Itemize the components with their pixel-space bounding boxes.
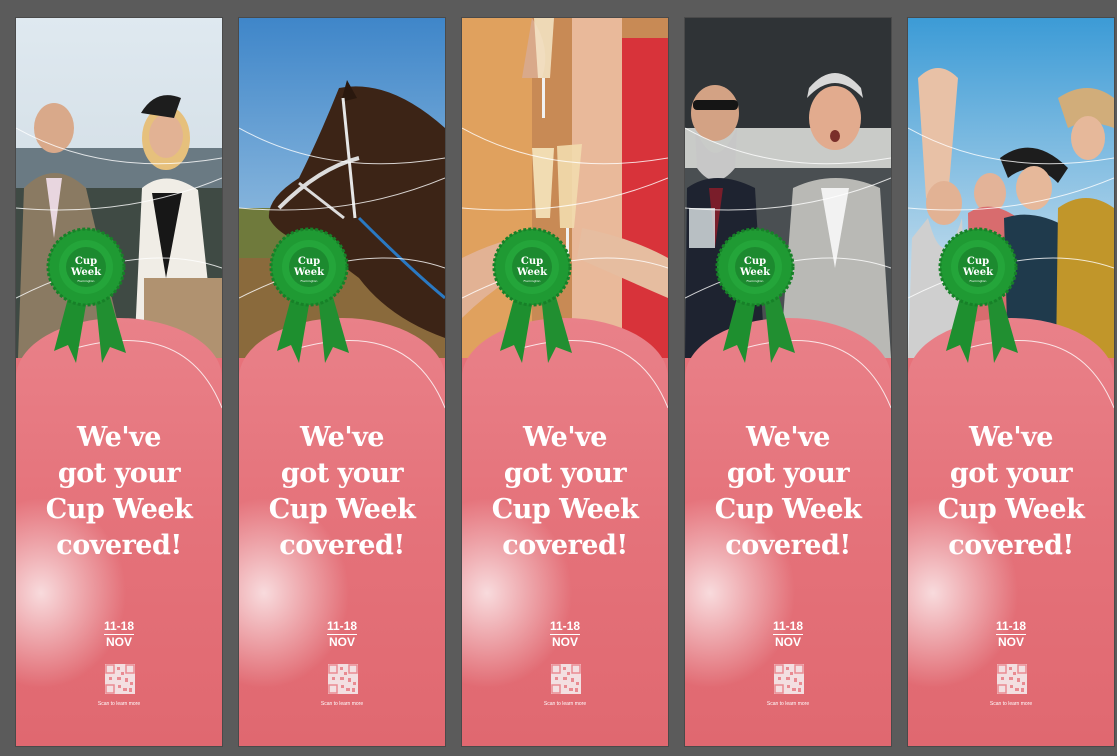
headline-line-3: Cup Week xyxy=(937,494,1085,525)
rosette-text-cup: Cup xyxy=(298,256,320,267)
event-date: 11-18 NOV xyxy=(462,620,668,649)
headline: We've got your Cup Week covered! xyxy=(462,420,668,564)
headline-line-4: covered! xyxy=(948,530,1074,561)
rosette-tagline: Flemington xyxy=(301,279,318,283)
cup-week-rosette-icon: Cup Week Flemington xyxy=(42,223,130,373)
rosette-tagline: Flemington xyxy=(524,279,541,283)
rosette-text-week: Week xyxy=(70,267,102,278)
date-range: 11-18 xyxy=(103,619,135,633)
rosette-tagline: Flemington xyxy=(747,279,764,283)
qr-caption: Scan to learn more xyxy=(543,701,587,707)
date-range: 11-18 xyxy=(772,619,804,633)
headline: We've got your Cup Week covered! xyxy=(685,420,891,564)
headline-line-1: We've xyxy=(969,422,1053,453)
headline-line-3: Cup Week xyxy=(45,494,193,525)
headline-line-1: We've xyxy=(523,422,607,453)
qr-caption: Scan to learn more xyxy=(766,701,810,707)
qr-caption: Scan to learn more xyxy=(989,701,1033,707)
rosette-text-cup: Cup xyxy=(521,256,543,267)
banner-2: Cup Week Flemington We've got your Cup W… xyxy=(239,18,445,746)
headline: We've got your Cup Week covered! xyxy=(908,420,1114,564)
date-month: NOV xyxy=(551,635,578,649)
headline-line-4: covered! xyxy=(56,530,182,561)
cup-week-rosette-icon: Cup Week Flemington xyxy=(711,223,799,373)
cup-week-rosette-icon: Cup Week Flemington xyxy=(265,223,353,373)
qr-code-icon[interactable] xyxy=(105,664,135,694)
date-month: NOV xyxy=(105,635,132,649)
rosette-tagline: Flemington xyxy=(78,279,95,283)
event-date: 11-18 NOV xyxy=(16,620,222,649)
headline-line-1: We've xyxy=(746,422,830,453)
headline-line-2: got your xyxy=(280,458,404,489)
rosette-text-week: Week xyxy=(516,267,548,278)
rosette-tagline: Flemington xyxy=(970,279,987,283)
rosette-text-week: Week xyxy=(739,267,771,278)
headline-line-3: Cup Week xyxy=(714,494,862,525)
date-range: 11-18 xyxy=(549,619,581,633)
date-month: NOV xyxy=(328,635,355,649)
headline-line-1: We've xyxy=(77,422,161,453)
headline: We've got your Cup Week covered! xyxy=(239,420,445,564)
headline-line-4: covered! xyxy=(279,530,405,561)
headline-line-3: Cup Week xyxy=(268,494,416,525)
rosette-text-week: Week xyxy=(293,267,325,278)
headline-line-2: got your xyxy=(503,458,627,489)
rosette-text-cup: Cup xyxy=(75,256,97,267)
headline-line-2: got your xyxy=(57,458,181,489)
qr-code-icon[interactable] xyxy=(551,664,581,694)
banner-3: Cup Week Flemington We've got your Cup W… xyxy=(462,18,668,746)
banner-4: Cup Week Flemington We've got your Cup W… xyxy=(685,18,891,746)
date-range: 11-18 xyxy=(326,619,358,633)
event-date: 11-18 NOV xyxy=(685,620,891,649)
headline-line-2: got your xyxy=(726,458,850,489)
headline-line-4: covered! xyxy=(725,530,851,561)
rosette-text-cup: Cup xyxy=(744,256,766,267)
headline: We've got your Cup Week covered! xyxy=(16,420,222,564)
qr-code-icon[interactable] xyxy=(997,664,1027,694)
date-range: 11-18 xyxy=(995,619,1027,633)
banner-mockup-board: Cup Week Flemington We've got your Cup W… xyxy=(0,0,1117,756)
event-date: 11-18 NOV xyxy=(908,620,1114,649)
date-month: NOV xyxy=(997,635,1024,649)
rosette-text-cup: Cup xyxy=(967,256,989,267)
banner-5: Cup Week Flemington We've got your Cup W… xyxy=(908,18,1114,746)
cup-week-rosette-icon: Cup Week Flemington xyxy=(488,223,576,373)
event-date: 11-18 NOV xyxy=(239,620,445,649)
qr-code-icon[interactable] xyxy=(774,664,804,694)
qr-code-icon[interactable] xyxy=(328,664,358,694)
headline-line-2: got your xyxy=(949,458,1073,489)
qr-caption: Scan to learn more xyxy=(97,701,141,707)
headline-line-1: We've xyxy=(300,422,384,453)
headline-line-3: Cup Week xyxy=(491,494,639,525)
banner-1: Cup Week Flemington We've got your Cup W… xyxy=(16,18,222,746)
cup-week-rosette-icon: Cup Week Flemington xyxy=(934,223,1022,373)
date-month: NOV xyxy=(774,635,801,649)
qr-caption: Scan to learn more xyxy=(320,701,364,707)
rosette-text-week: Week xyxy=(962,267,994,278)
headline-line-4: covered! xyxy=(502,530,628,561)
